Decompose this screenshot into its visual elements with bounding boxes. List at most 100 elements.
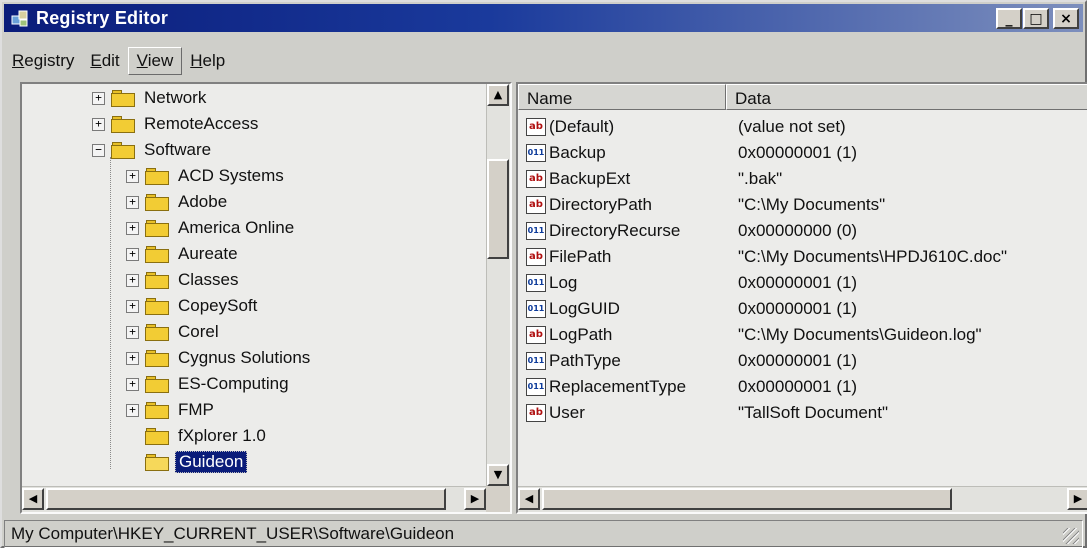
expand-icon[interactable]: + bbox=[126, 377, 139, 391]
expand-icon[interactable]: + bbox=[126, 169, 139, 183]
tree-item[interactable]: + ACD Systems bbox=[126, 163, 287, 189]
tree-horizontal-scrollbar[interactable]: ◀ ▶ bbox=[22, 486, 486, 512]
key-tree-pane[interactable]: + Network + RemoteAccess − Software + ACD Syste… bbox=[20, 82, 512, 514]
tree-item[interactable]: + CopeySoft bbox=[126, 293, 260, 319]
title-bar[interactable]: Registry Editor _ □ × bbox=[4, 4, 1083, 32]
value-row[interactable]: ab BackupExt ".bak" bbox=[518, 166, 782, 192]
value-row[interactable]: 011 PathType 0x00000001 (1) bbox=[518, 348, 857, 374]
menu-edit[interactable]: Edit bbox=[82, 48, 127, 74]
column-header-data[interactable]: Data bbox=[726, 84, 1087, 110]
list-horizontal-scrollbar[interactable]: ◀ ▶ bbox=[518, 486, 1087, 512]
column-header-name[interactable]: Name bbox=[518, 84, 726, 110]
expand-icon[interactable]: + bbox=[126, 195, 139, 209]
expand-icon[interactable]: + bbox=[126, 299, 139, 313]
value-data: 0x00000001 (1) bbox=[738, 299, 858, 318]
expand-icon[interactable]: + bbox=[126, 273, 139, 287]
folder-icon bbox=[145, 401, 169, 419]
tree-item-label: CopeySoft bbox=[178, 296, 258, 315]
value-name: (Default) bbox=[549, 117, 615, 136]
registry-editor-window: Registry Editor _ □ × Registry Edit View… bbox=[0, 0, 1087, 548]
value-row[interactable]: 011 Backup 0x00000001 (1) bbox=[518, 140, 857, 166]
tree-item[interactable]: + ES-Computing bbox=[126, 371, 292, 397]
value-data: 0x00000000 (0) bbox=[738, 221, 858, 240]
scroll-left-arrow-icon[interactable]: ◀ bbox=[518, 488, 540, 510]
value-row[interactable]: ab (Default) (value not set) bbox=[518, 114, 846, 140]
maximize-button[interactable]: □ bbox=[1023, 8, 1049, 29]
tree-item[interactable]: + FMP bbox=[126, 397, 217, 423]
tree-item[interactable]: + Adobe bbox=[126, 189, 230, 215]
minimize-button[interactable]: _ bbox=[996, 8, 1022, 29]
folder-icon bbox=[145, 427, 169, 445]
value-row[interactable]: ab DirectoryPath "C:\My Documents" bbox=[518, 192, 885, 218]
folder-icon bbox=[145, 349, 169, 367]
expand-icon[interactable]: + bbox=[126, 247, 139, 261]
value-name: User bbox=[549, 403, 585, 422]
expand-icon[interactable]: + bbox=[126, 325, 139, 339]
key-tree: + Network + RemoteAccess − Software + ACD Syste… bbox=[22, 84, 486, 486]
value-row[interactable]: 011 ReplacementType 0x00000001 (1) bbox=[518, 374, 857, 400]
string-value-icon: ab bbox=[526, 326, 546, 344]
close-button[interactable]: × bbox=[1053, 8, 1079, 29]
tree-item-label: ES-Computing bbox=[178, 374, 289, 393]
resize-grip-icon[interactable] bbox=[1063, 528, 1079, 544]
scroll-up-arrow-icon[interactable]: ▲ bbox=[487, 84, 509, 106]
folder-icon bbox=[145, 297, 169, 315]
tree-item[interactable]: Guideon bbox=[126, 449, 248, 475]
menu-registry-label: egistry bbox=[24, 51, 75, 70]
scroll-right-arrow-icon[interactable]: ▶ bbox=[1067, 488, 1087, 510]
menu-view[interactable]: View bbox=[127, 47, 183, 75]
value-data: "C:\My Documents" bbox=[738, 195, 886, 214]
menu-registry[interactable]: Registry bbox=[4, 48, 82, 74]
expand-icon[interactable]: + bbox=[126, 351, 139, 365]
value-row[interactable]: ab User "TallSoft Document" bbox=[518, 400, 888, 426]
tree-item[interactable]: + Classes bbox=[126, 267, 241, 293]
menu-bar: Registry Edit View Help bbox=[4, 46, 233, 76]
string-value-icon: ab bbox=[526, 170, 546, 188]
status-path: My Computer\HKEY_CURRENT_USER\Software\G… bbox=[11, 524, 455, 543]
binary-value-icon: 011 bbox=[526, 274, 546, 292]
string-value-icon: ab bbox=[526, 248, 546, 266]
value-name: FilePath bbox=[549, 247, 612, 266]
expand-icon[interactable]: + bbox=[126, 221, 139, 235]
value-row[interactable]: ab FilePath "C:\My Documents\HPDJ610C.doc" bbox=[518, 244, 1007, 270]
menu-view-mnemonic: V bbox=[136, 51, 148, 70]
scroll-down-arrow-icon[interactable]: ▼ bbox=[487, 464, 509, 486]
tree-item[interactable]: + Network bbox=[92, 85, 209, 111]
expand-icon[interactable]: + bbox=[92, 117, 105, 131]
value-name: DirectoryPath bbox=[549, 195, 652, 214]
value-row[interactable]: 011 DirectoryRecurse 0x00000000 (0) bbox=[518, 218, 857, 244]
value-row[interactable]: 011 LogGUID 0x00000001 (1) bbox=[518, 296, 857, 322]
value-name: Log bbox=[549, 273, 578, 292]
tree-item-label: Classes bbox=[178, 270, 239, 289]
tree-item[interactable]: + Cygnus Solutions bbox=[126, 345, 313, 371]
value-row[interactable]: ab LogPath "C:\My Documents\Guideon.log" bbox=[518, 322, 982, 348]
folder-icon bbox=[145, 323, 169, 341]
tree-item-label: Software bbox=[144, 140, 212, 159]
tree-item[interactable]: + RemoteAccess bbox=[92, 111, 261, 137]
expand-icon[interactable]: + bbox=[92, 91, 105, 105]
tree-item-label: FMP bbox=[178, 400, 214, 419]
value-row[interactable]: 011 Log 0x00000001 (1) bbox=[518, 270, 857, 296]
value-data: 0x00000001 (1) bbox=[738, 273, 858, 292]
tree-vscroll-thumb[interactable] bbox=[487, 159, 509, 259]
tree-item-label: Corel bbox=[178, 322, 219, 341]
list-hscroll-thumb[interactable] bbox=[542, 488, 952, 510]
scroll-right-arrow-icon[interactable]: ▶ bbox=[464, 488, 486, 510]
window-controls: _ □ × bbox=[996, 8, 1079, 29]
tree-item[interactable]: + Corel bbox=[126, 319, 222, 345]
tree-hscroll-thumb[interactable] bbox=[46, 488, 446, 510]
expand-icon[interactable]: + bbox=[126, 403, 139, 417]
value-data: 0x00000001 (1) bbox=[738, 143, 858, 162]
folder-icon bbox=[145, 245, 169, 263]
menu-help[interactable]: Help bbox=[182, 48, 233, 74]
tree-item[interactable]: fXplorer 1.0 bbox=[126, 423, 269, 449]
scroll-left-arrow-icon[interactable]: ◀ bbox=[22, 488, 44, 510]
tree-item[interactable]: + America Online bbox=[126, 215, 297, 241]
folder-icon bbox=[145, 167, 169, 185]
collapse-icon[interactable]: − bbox=[92, 143, 105, 157]
tree-item[interactable]: + Aureate bbox=[126, 241, 241, 267]
tree-vertical-scrollbar[interactable]: ▲ ▼ bbox=[486, 84, 510, 486]
values-list-pane[interactable]: Name Data ab (Default) (value not set) 011 B… bbox=[516, 82, 1087, 514]
folder-icon bbox=[145, 271, 169, 289]
value-name: BackupExt bbox=[549, 169, 631, 188]
